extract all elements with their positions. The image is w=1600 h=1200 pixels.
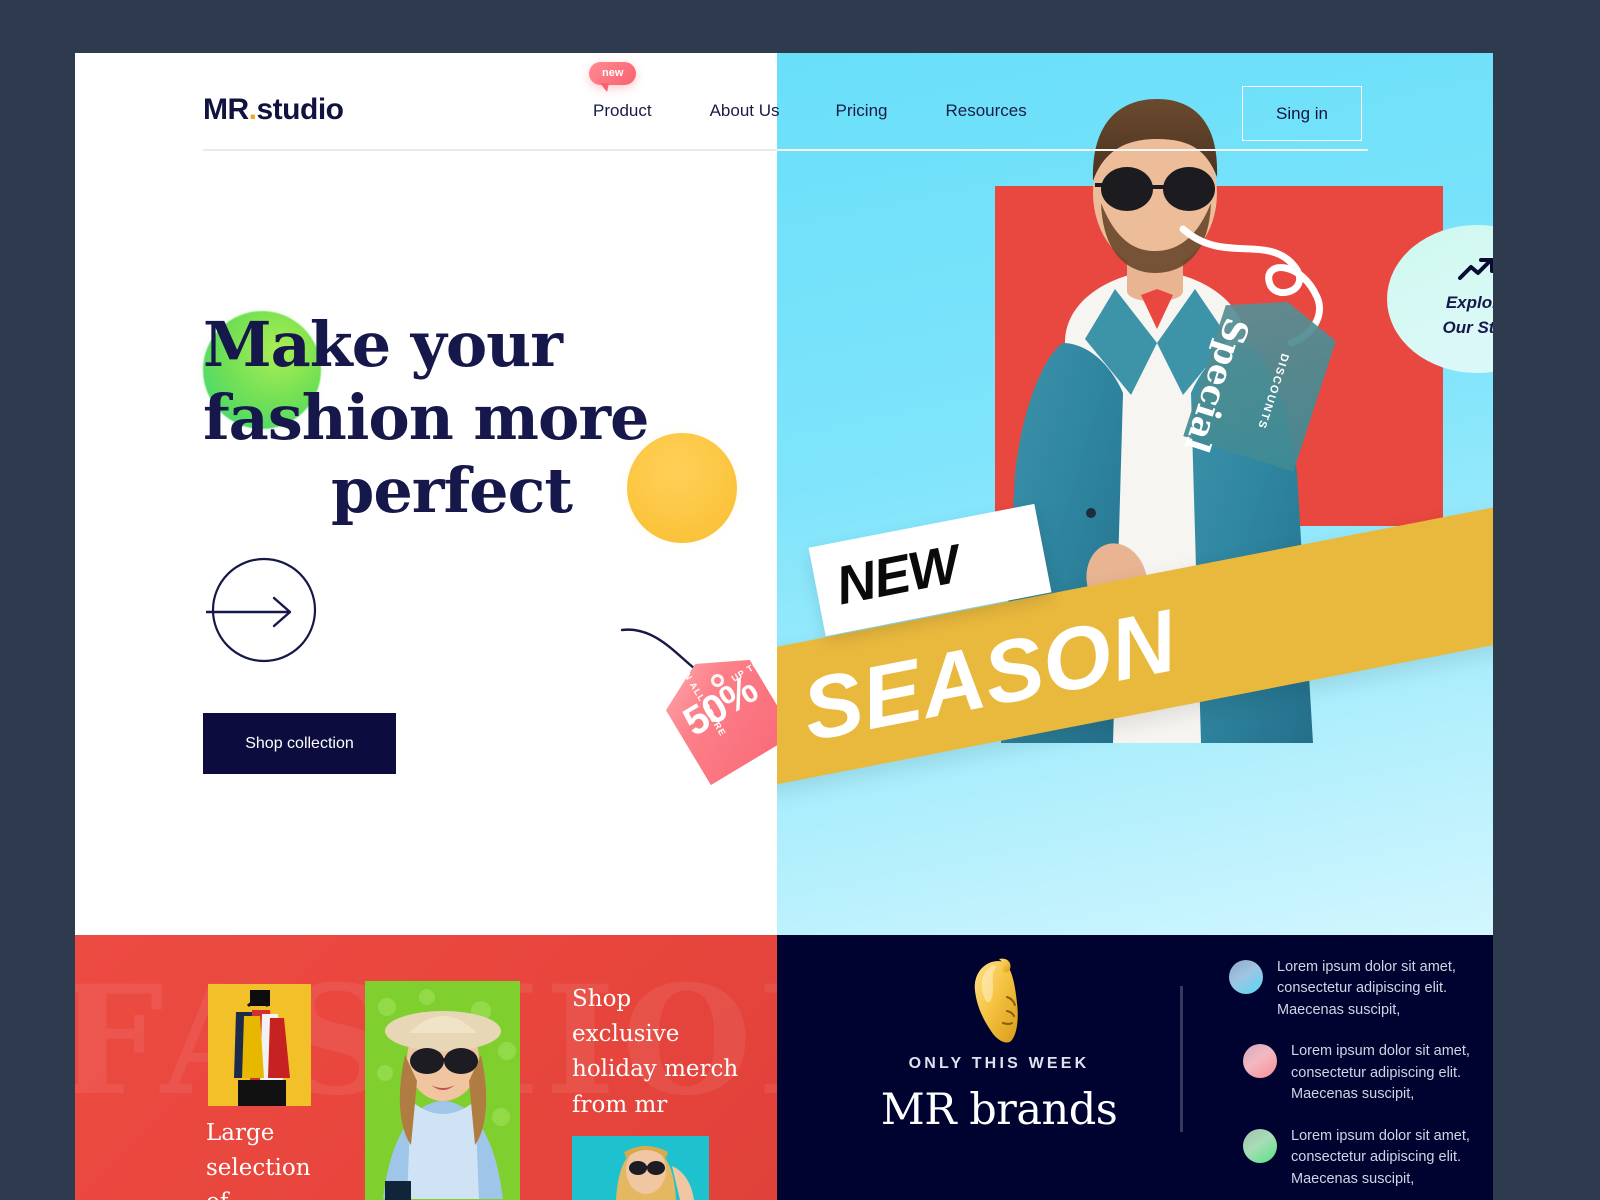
headline-line-3: perfect xyxy=(331,454,573,528)
list-item-text: Lorem ipsum dolor sit amet, consectetur … xyxy=(1277,959,1456,1018)
explore-line-1: Explore xyxy=(1445,293,1493,313)
red-promo-panel: FASHION xyxy=(75,935,777,1200)
bullet-blue-icon xyxy=(1229,960,1263,994)
shop-collection-button[interactable]: Shop collection xyxy=(203,713,396,774)
nav-item-product[interactable]: Product new xyxy=(589,62,652,121)
blonde-woman-image xyxy=(572,1136,709,1200)
hero-right-panel: Special DISCOUNTS Explore Our Stor SEASO… xyxy=(777,53,1493,935)
hero-headline: Make your fashion more perfect xyxy=(203,308,763,527)
bullet-pink-icon xyxy=(1243,1044,1277,1079)
new-badge: new xyxy=(589,62,637,92)
hero-section: Special DISCOUNTS Explore Our Stor SEASO… xyxy=(75,53,1493,935)
red-promo-text-left: Large selection of xyxy=(206,1120,311,1200)
list-item: Lorem ipsum dolor sit amet, consectetur … xyxy=(1243,1126,1479,1190)
red-promo-text-right: Shop exclusive holiday merch from mr xyxy=(572,986,739,1118)
discount-tag-subtitle: DISCOUNTS xyxy=(1254,351,1291,431)
nav-item-resources[interactable]: Resources xyxy=(946,101,1027,121)
bottom-section: FASHION xyxy=(75,935,1493,1200)
brand-logo[interactable]: MR.studio xyxy=(203,93,344,127)
nav-links: Product new About Us Pricing Resources xyxy=(589,62,1027,121)
woman-hat-image xyxy=(365,981,520,1200)
list-item: Lorem ipsum dolor sit amet, consectetur … xyxy=(1243,1041,1479,1105)
bullet-green-icon xyxy=(1243,1128,1277,1163)
explore-line-2: Our Stor xyxy=(1442,318,1493,337)
list-item: Lorem ipsum dolor sit amet, consectetur … xyxy=(1229,957,1479,1021)
nav-item-about-us[interactable]: About Us xyxy=(710,101,780,121)
list-item-text: Lorem ipsum dolor sit amet, consectetur … xyxy=(1291,1127,1470,1187)
headline-line-2: fashion more xyxy=(203,381,649,455)
vertical-divider xyxy=(1180,986,1183,1132)
nav-item-product-label: Product xyxy=(593,101,652,120)
shopping-bags-image xyxy=(208,984,311,1106)
arrow-circle-icon xyxy=(206,557,317,663)
headline-line-1: Make your xyxy=(203,308,563,381)
woman-face-logo-icon xyxy=(974,958,1018,1043)
only-this-week-label: ONLY THIS WEEK xyxy=(908,1055,1090,1072)
nav-item-pricing[interactable]: Pricing xyxy=(836,101,888,121)
logo-sub: studio xyxy=(256,93,345,126)
logo-main: MR xyxy=(203,93,249,126)
list-item-text: Lorem ipsum dolor sit amet, consectetur … xyxy=(1291,1043,1470,1103)
trending-up-icon xyxy=(1458,258,1493,281)
mr-brands-title: MR brands xyxy=(880,1085,1118,1135)
landing-page: Special DISCOUNTS Explore Our Stor SEASO… xyxy=(75,53,1493,1200)
feature-list: Lorem ipsum dolor sit amet, consectetur … xyxy=(1229,957,1479,1200)
mr-brands-block: ONLY THIS WEEK MR brands xyxy=(849,957,1149,1135)
top-navigation: MR.studio Product new About Us Pricing R… xyxy=(75,53,1493,153)
sign-in-button[interactable]: Sing in xyxy=(1242,86,1362,141)
navy-promo-panel: ONLY THIS WEEK MR brands Lorem ipsum dol… xyxy=(777,935,1493,1200)
logo-dot: . xyxy=(248,93,257,126)
